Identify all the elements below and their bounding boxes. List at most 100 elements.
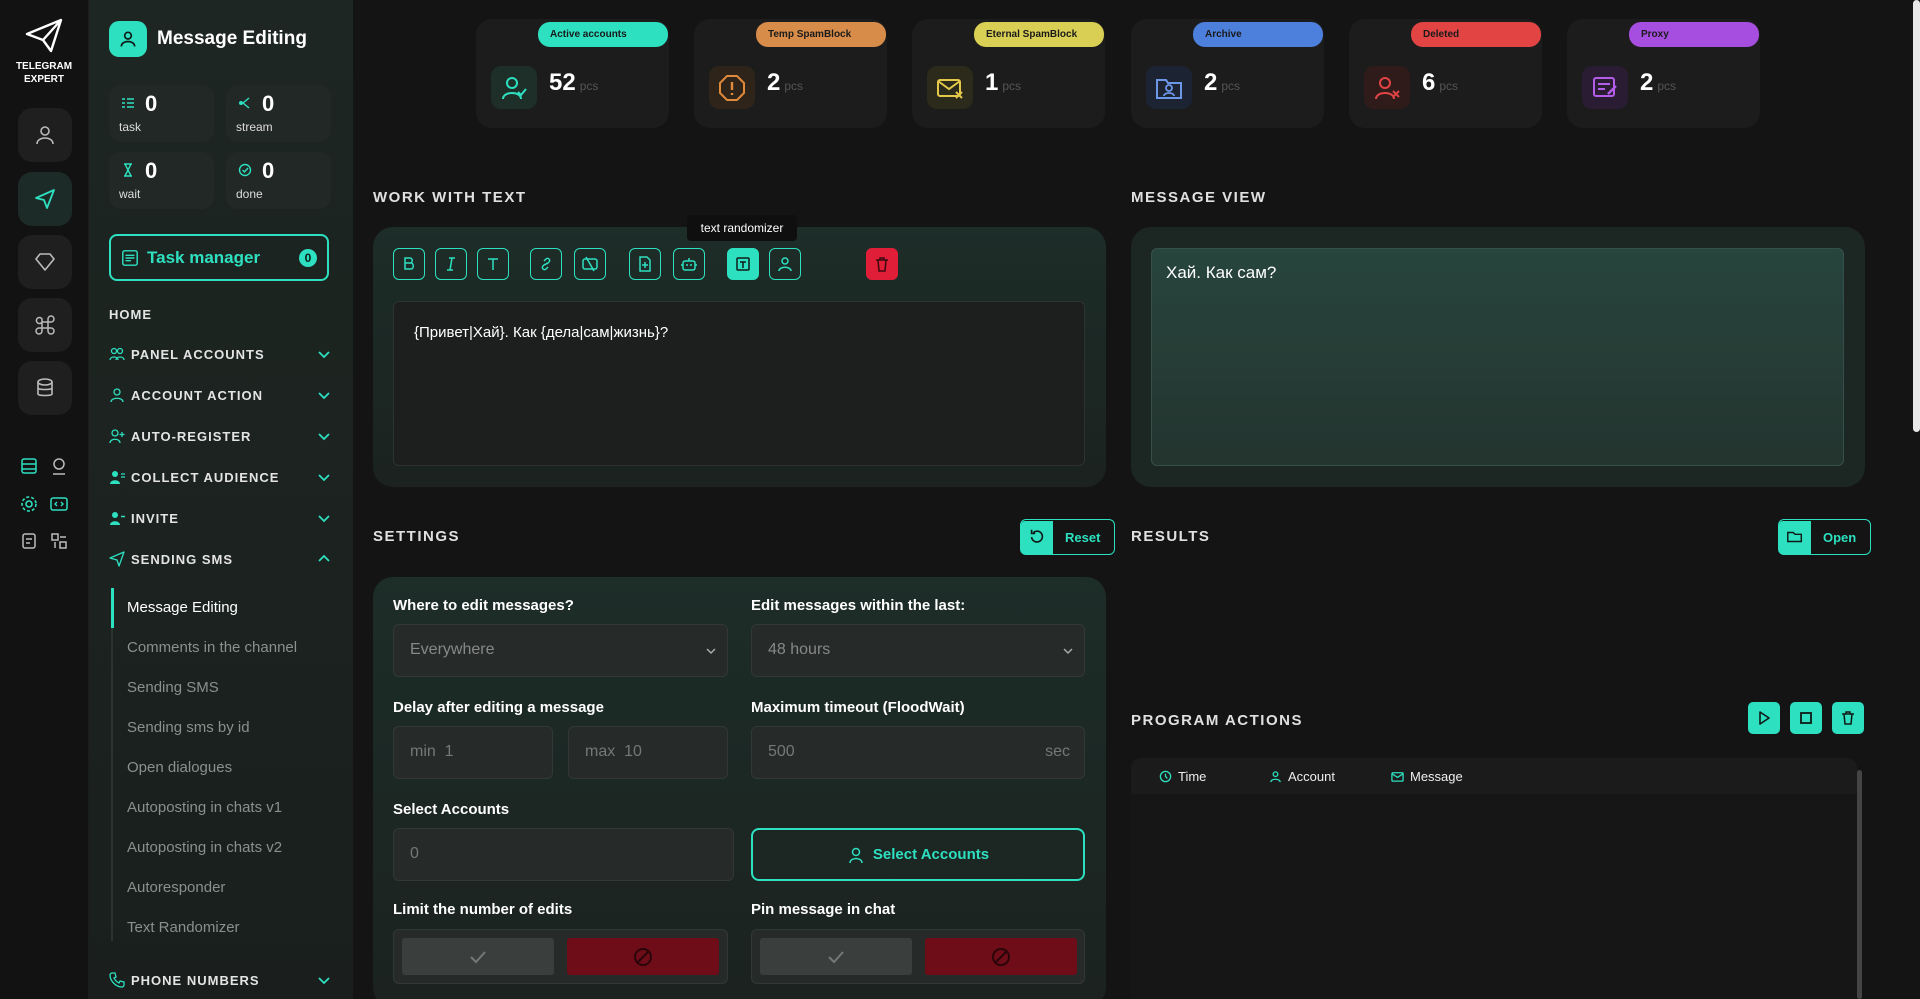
sub-item-message-editing[interactable]: Message Editing [127, 599, 238, 616]
pin-message-on[interactable] [760, 938, 912, 975]
delay-max-input[interactable]: max 10 [568, 726, 728, 779]
task-list-icon [122, 98, 134, 108]
nav-phone-numbers[interactable]: PHONE NUMBERS [109, 972, 331, 988]
archive-folder-icon [1156, 78, 1182, 99]
clear-text-button[interactable] [866, 248, 898, 280]
stat-done-label: done [236, 187, 263, 201]
text-randomizer-button[interactable] [727, 248, 759, 280]
status-card-value: 2 pcs [767, 69, 804, 96]
log-scrollbar[interactable] [1857, 770, 1862, 999]
chevron-down-icon [706, 648, 716, 655]
task-manager-label: Task manager [147, 247, 261, 267]
link-button[interactable] [530, 248, 562, 280]
status-card-active[interactable]: Active accounts 52 pcs [476, 19, 669, 128]
sub-item-autoposting-v1[interactable]: Autoposting in chats v1 [127, 799, 282, 816]
start-button[interactable] [1748, 702, 1780, 734]
diamond-icon [35, 253, 55, 271]
page-scrollbar[interactable] [1913, 0, 1920, 432]
user-icon [1270, 771, 1281, 783]
delay-min-prefix: min [410, 743, 436, 760]
bold-button[interactable] [393, 248, 425, 280]
delay-label: Delay after editing a message [393, 699, 604, 716]
sub-item-text-randomizer[interactable]: Text Randomizer [127, 919, 240, 936]
timeout-input[interactable]: 500 sec [751, 726, 1085, 779]
status-card-deleted[interactable]: Deleted 6 pcs [1349, 19, 1542, 128]
rail-premium-button[interactable] [18, 235, 72, 289]
status-card-value: 6 pcs [1422, 69, 1459, 96]
select-accounts-button-label: Select Accounts [872, 846, 990, 863]
file-add-icon [639, 256, 651, 272]
status-card-icon-box [709, 66, 755, 109]
database-icon [37, 378, 53, 397]
location-user-icon[interactable] [49, 456, 69, 476]
table-icon[interactable] [19, 456, 39, 476]
nav-invite-label: INVITE [131, 510, 179, 526]
message-view-title: MESSAGE VIEW [1131, 189, 1267, 206]
sub-item-open-dialogues[interactable]: Open dialogues [127, 759, 232, 776]
users-icon [109, 347, 125, 361]
clear-log-button[interactable] [1832, 702, 1864, 734]
italic-icon [447, 257, 455, 271]
nav-home-label: HOME [109, 307, 152, 322]
folder-open-icon [1787, 531, 1803, 543]
column-message: Message [1391, 769, 1463, 784]
reset-icon [1030, 529, 1044, 543]
rail-shortcuts-button[interactable] [18, 298, 72, 352]
add-file-button[interactable] [629, 248, 661, 280]
nav-account-action[interactable]: ACCOUNT ACTION [109, 387, 331, 403]
stat-wait: 0 wait [109, 152, 214, 209]
code-window-icon[interactable] [49, 494, 69, 514]
rail-sending-button[interactable] [18, 172, 72, 226]
open-results-button[interactable]: Open [1778, 519, 1872, 555]
nav-auto-register[interactable]: AUTO-REGISTER [109, 428, 331, 444]
user-check-icon [502, 76, 527, 99]
status-card-temp-spamblock[interactable]: Temp SpamBlock 2 pcs [694, 19, 887, 128]
spoiler-button[interactable] [574, 248, 606, 280]
select-accounts-button[interactable]: Select Accounts [751, 828, 1085, 881]
document-list-icon[interactable] [19, 531, 39, 551]
select-accounts-count-input[interactable]: 0 [393, 828, 734, 881]
limit-edits-on[interactable] [402, 938, 554, 975]
nav-collect-audience[interactable]: COLLECT AUDIENCE [109, 469, 331, 485]
delay-min-input[interactable]: min 1 [393, 726, 553, 779]
within-select[interactable]: 48 hours [751, 624, 1085, 677]
message-text-input[interactable]: {Привет|Хай}. Как {дела|сам|жизнь}? [393, 301, 1085, 466]
stop-button[interactable] [1790, 702, 1822, 734]
timeout-unit: sec [1045, 743, 1070, 760]
nav-panel-accounts[interactable]: PANEL ACCOUNTS [109, 346, 331, 362]
app-logo[interactable]: TELEGRAM EXPERT [8, 18, 80, 85]
sub-item-comments-channel[interactable]: Comments in the channel [127, 639, 297, 656]
settings-gear-icon[interactable] [19, 494, 39, 514]
sub-item-autoresponder[interactable]: Autoresponder [127, 879, 225, 896]
sidebar: Message Editing 0 task 0 stream 0 wait 0… [89, 0, 353, 999]
mail-block-icon [937, 78, 963, 99]
status-card-icon-box [491, 66, 537, 109]
tooltip: text randomizer [687, 215, 797, 241]
sub-item-sending-sms[interactable]: Sending SMS [127, 679, 219, 696]
pin-message-off[interactable] [925, 938, 1077, 975]
stat-task-value: 0 [145, 91, 158, 116]
grid-blocks-icon[interactable] [49, 531, 69, 551]
task-manager-button[interactable]: Task manager 0 [109, 234, 329, 281]
trash-icon [876, 257, 888, 272]
nav-sending-sms[interactable]: SENDING SMS [109, 551, 331, 567]
status-card-archive[interactable]: Archive 2 pcs [1131, 19, 1324, 128]
text-button[interactable] [477, 248, 509, 280]
italic-button[interactable] [435, 248, 467, 280]
robot-icon [681, 258, 697, 271]
status-card-proxy[interactable]: Proxy 2 pcs [1567, 19, 1760, 128]
ai-bot-button[interactable] [673, 248, 705, 280]
rail-database-button[interactable] [18, 361, 72, 415]
rail-accounts-button[interactable] [18, 108, 72, 162]
column-message-label: Message [1410, 769, 1463, 784]
status-card-eternal-spamblock[interactable]: Eternal SpamBlock 1 pcs [912, 19, 1105, 128]
limit-edits-off[interactable] [567, 938, 719, 975]
nav-invite[interactable]: INVITE [109, 510, 331, 526]
sub-item-autoposting-v2[interactable]: Autoposting in chats v2 [127, 839, 282, 856]
where-select[interactable]: Everywhere [393, 624, 728, 677]
sub-item-sending-sms-by-id[interactable]: Sending sms by id [127, 719, 250, 736]
reset-button[interactable]: Reset [1020, 519, 1116, 555]
delay-max-prefix: max [585, 743, 616, 760]
insert-user-button[interactable] [769, 248, 801, 280]
nav-home[interactable]: HOME [109, 307, 331, 322]
